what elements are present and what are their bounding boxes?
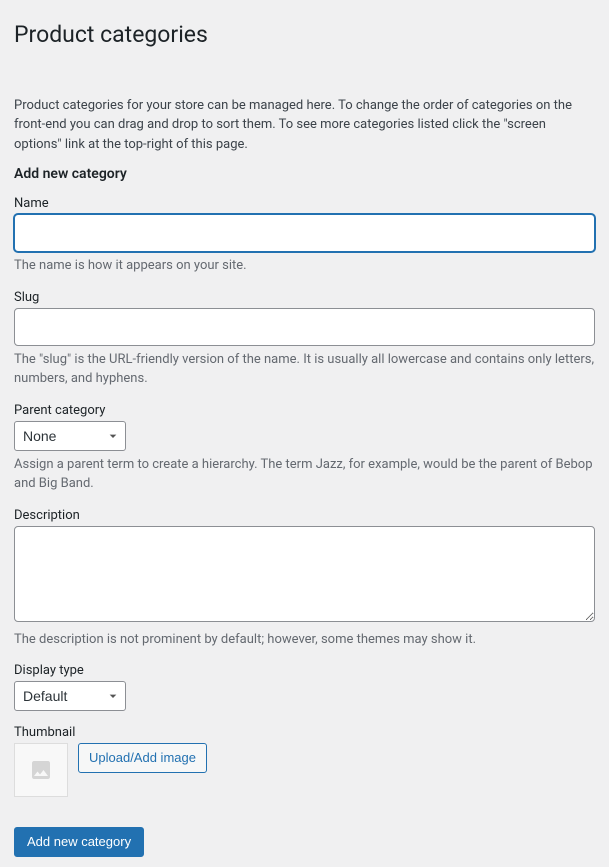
parent-select[interactable]: None (14, 421, 126, 451)
add-category-heading: Add new category (14, 166, 595, 182)
parent-help: Assign a parent term to create a hierarc… (14, 455, 595, 494)
parent-label: Parent category (14, 403, 595, 418)
description-field-wrapper: Description The description is not promi… (14, 508, 595, 650)
parent-field-wrapper: Parent category None Assign a parent ter… (14, 403, 595, 494)
page-title: Product categories (14, 20, 595, 50)
display-type-select[interactable]: Default (14, 681, 126, 711)
thumbnail-label: Thumbnail (14, 725, 595, 740)
display-type-field-wrapper: Display type Default (14, 663, 595, 711)
slug-label: Slug (14, 290, 595, 305)
name-help: The name is how it appears on your site. (14, 256, 595, 276)
display-type-label: Display type (14, 663, 595, 678)
slug-input[interactable] (14, 308, 595, 346)
image-placeholder-icon (29, 758, 53, 782)
add-category-button[interactable]: Add new category (14, 827, 144, 857)
slug-help: The "slug" is the URL-friendly version o… (14, 350, 595, 389)
slug-field-wrapper: Slug The "slug" is the URL-friendly vers… (14, 290, 595, 389)
name-field-wrapper: Name The name is how it appears on your … (14, 196, 595, 276)
description-textarea[interactable] (14, 526, 595, 622)
thumbnail-field-wrapper: Thumbnail Upload/Add image (14, 725, 595, 797)
intro-text: Product categories for your store can be… (14, 96, 595, 155)
thumbnail-placeholder (14, 743, 68, 797)
description-help: The description is not prominent by defa… (14, 630, 595, 650)
description-label: Description (14, 508, 595, 523)
name-input[interactable] (14, 214, 595, 252)
name-label: Name (14, 196, 595, 211)
upload-image-button[interactable]: Upload/Add image (78, 743, 207, 773)
